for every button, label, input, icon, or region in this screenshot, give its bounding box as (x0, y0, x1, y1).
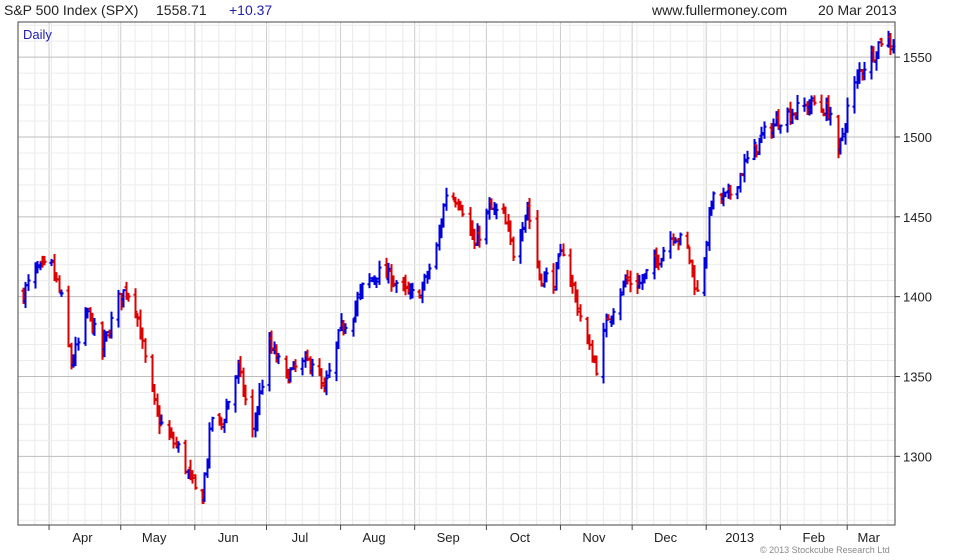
y-tick-label: 1450 (903, 210, 932, 225)
down-bar (193, 474, 198, 490)
down-bar (417, 289, 422, 299)
plot-frame (17, 21, 896, 526)
x-tick-label: Aug (362, 530, 385, 545)
down-bar (135, 313, 140, 327)
up-bar (434, 242, 439, 270)
down-bar (143, 338, 148, 363)
up-bar (742, 153, 747, 183)
up-bar (394, 280, 399, 294)
x-tick-label: May (142, 530, 167, 545)
x-tick-label: Mar (858, 530, 881, 545)
up-bar (785, 107, 790, 133)
down-bar (812, 95, 817, 106)
up-bar (668, 231, 673, 259)
period-label: Daily (23, 27, 52, 42)
up-bar (116, 289, 121, 328)
up-bar (26, 274, 31, 291)
up-bar (233, 375, 238, 413)
price-chart: 1300 1350 1400 1450 1500 1550 Apr May Jun Jul Aug S… (17, 21, 932, 545)
copyright-notice: © 2013 Stockcube Research Ltd (760, 545, 890, 555)
grid-lines (17, 22, 895, 525)
x-tick-label: Feb (803, 530, 825, 545)
down-bar (293, 359, 298, 373)
x-tick-label: Jun (218, 530, 239, 545)
up-bar (601, 322, 606, 384)
x-tick-label: Dec (654, 530, 678, 545)
x-tick-label: Sep (437, 530, 460, 545)
up-bar (327, 362, 332, 378)
price-bars (21, 30, 896, 504)
down-bar (685, 231, 690, 249)
down-bar (695, 280, 700, 292)
y-tick-label: 1500 (903, 130, 932, 145)
down-bar (183, 439, 188, 475)
y-tick-label: 1400 (903, 290, 932, 305)
x-tick-label: Jul (292, 530, 309, 545)
x-tick-label: Apr (72, 530, 93, 545)
x-tick-label: Oct (510, 530, 531, 545)
axes: 1300 1350 1400 1450 1500 1550 Apr May Jun Jul Aug S… (17, 21, 932, 545)
y-tick-label: 1350 (903, 369, 932, 384)
y-tick-label: 1550 (903, 50, 932, 65)
x-tick-label: 2013 (725, 530, 754, 545)
up-bar (762, 121, 767, 139)
down-bar (561, 243, 566, 257)
down-bar (66, 285, 71, 348)
up-bar (840, 127, 845, 142)
up-bar (444, 187, 449, 211)
down-bar (250, 389, 255, 438)
down-bar (152, 383, 157, 405)
up-bar (336, 329, 341, 350)
y-tick-label: 1300 (903, 449, 932, 464)
x-tick-label: Nov (582, 530, 606, 545)
